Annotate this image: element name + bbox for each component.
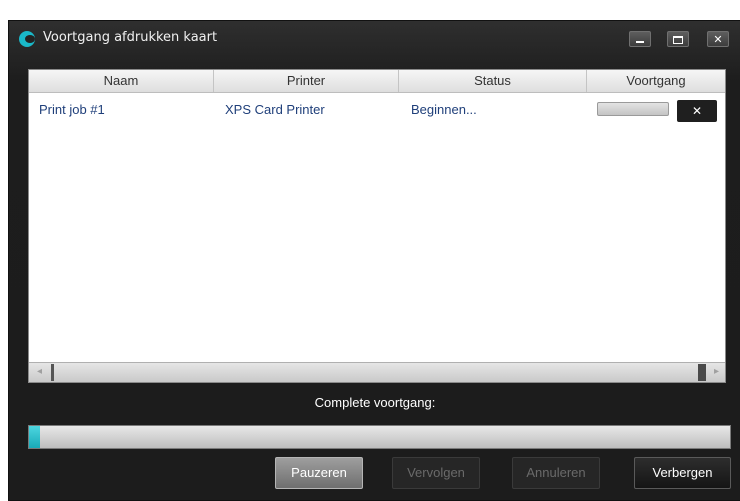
print-jobs-table: Naam Printer Status Voortgang Print job … (28, 69, 726, 383)
job-progress-bar (597, 102, 669, 116)
scroll-left-icon[interactable]: ◂ (37, 366, 42, 377)
job-name: Print job #1 (39, 102, 105, 117)
column-header-voortgang[interactable]: Voortgang (587, 70, 725, 92)
print-progress-window: Voortgang afdrukken kaart ✕ Naam Printer… (8, 20, 740, 501)
minimize-icon (636, 41, 644, 43)
pause-button[interactable]: Pauzeren (275, 457, 363, 489)
overall-progress-label: Complete voortgang: (314, 395, 436, 410)
table-row[interactable]: Print job #1 XPS Card Printer Beginnen..… (29, 92, 725, 124)
close-button[interactable]: ✕ (707, 31, 729, 47)
column-header-printer[interactable]: Printer (214, 70, 399, 92)
hide-button[interactable]: Verbergen (634, 457, 731, 489)
job-printer: XPS Card Printer (225, 102, 325, 117)
overall-progress-fill (29, 426, 40, 448)
title-bar[interactable]: Voortgang afdrukken kaart ✕ (9, 21, 740, 57)
horizontal-scrollbar[interactable]: ◂ ▸ (29, 362, 725, 382)
close-icon: ✕ (713, 33, 723, 46)
column-header-naam[interactable]: Naam (29, 70, 214, 92)
job-status: Beginnen... (411, 102, 477, 117)
maximize-button[interactable] (667, 31, 689, 47)
maximize-icon (673, 36, 683, 44)
window-title: Voortgang afdrukken kaart (43, 30, 218, 45)
scroll-right-icon[interactable]: ▸ (714, 366, 719, 377)
minimize-button[interactable] (629, 31, 651, 47)
overall-progress-bar (28, 425, 731, 449)
column-header-status[interactable]: Status (399, 70, 587, 92)
close-icon: ✕ (691, 104, 703, 118)
cancel-button[interactable]: Annuleren (512, 457, 600, 489)
cancel-job-button[interactable]: ✕ (677, 100, 717, 122)
resume-button[interactable]: Vervolgen (392, 457, 480, 489)
scrollbar-thumb[interactable] (698, 364, 706, 381)
app-logo-icon (19, 31, 35, 47)
scrollbar-track-start (51, 364, 54, 381)
table-header: Naam Printer Status Voortgang (29, 70, 725, 93)
